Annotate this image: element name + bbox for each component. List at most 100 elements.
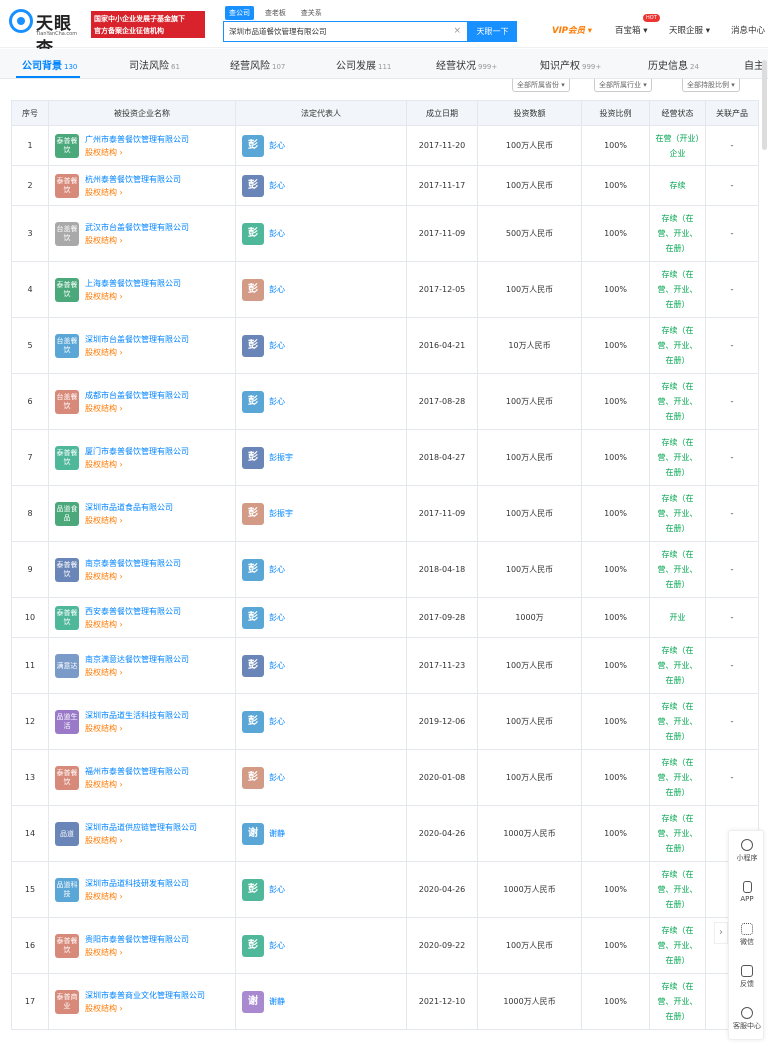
avatar[interactable]: 彭	[242, 175, 264, 197]
avatar[interactable]: 彭	[242, 335, 264, 357]
tab-development[interactable]: 公司发展 111	[336, 57, 391, 72]
company-name-link[interactable]: 深圳市品道食品有限公司	[85, 502, 173, 513]
company-name-link[interactable]: 西安泰普餐饮管理有限公司	[85, 606, 181, 617]
company-logo[interactable]: 泰普餐饮	[55, 934, 79, 958]
company-logo[interactable]: 满意达	[55, 654, 79, 678]
search-tab-boss[interactable]: 查老板	[261, 6, 290, 20]
company-name-link[interactable]: 杭州泰普餐饮管理有限公司	[85, 174, 181, 185]
avatar[interactable]: 彭	[242, 711, 264, 733]
company-logo[interactable]: 泰普餐饮	[55, 446, 79, 470]
company-name-link[interactable]: 深圳市品道科技研发有限公司	[85, 878, 189, 889]
legal-rep-link[interactable]: 彭心	[269, 884, 285, 895]
side-customer-service[interactable]: 客服中心	[729, 1007, 765, 1031]
col-header[interactable]: 序号	[11, 100, 49, 126]
avatar[interactable]: 彭	[242, 279, 264, 301]
company-logo[interactable]: 品道	[55, 822, 79, 846]
col-header[interactable]: 被投资企业名称	[48, 100, 236, 126]
equity-structure-link[interactable]: 股权结构 ›	[85, 667, 123, 678]
avatar[interactable]: 谢	[242, 823, 264, 845]
enterprise-menu[interactable]: 天眼企服 ▾	[669, 24, 710, 36]
ratio-filter[interactable]: 全部持股比例 ▾	[682, 79, 740, 92]
search-button[interactable]: 天眼一下	[468, 21, 517, 42]
legal-rep-link[interactable]: 彭心	[269, 660, 285, 671]
legal-rep-link[interactable]: 彭心	[269, 716, 285, 727]
legal-rep-link[interactable]: 彭心	[269, 612, 285, 623]
equity-structure-link[interactable]: 股权结构 ›	[85, 835, 123, 846]
province-filter[interactable]: 全部所属省份 ▾	[512, 79, 570, 92]
company-logo[interactable]: 泰普餐饮	[55, 606, 79, 630]
avatar[interactable]: 彭	[242, 135, 264, 157]
baibao-menu[interactable]: 百宝箱 ▾	[615, 24, 648, 36]
avatar[interactable]: 彭	[242, 767, 264, 789]
company-logo[interactable]: 品道食品	[55, 502, 79, 526]
equity-structure-link[interactable]: 股权结构 ›	[85, 515, 123, 526]
legal-rep-link[interactable]: 彭心	[269, 396, 285, 407]
tab-company-background[interactable]: 公司背景 130	[22, 57, 77, 72]
side-mini-program[interactable]: 小程序	[729, 839, 765, 863]
tab-business-status[interactable]: 经营状况 999+	[436, 57, 497, 72]
company-logo[interactable]: 品道科技	[55, 878, 79, 902]
col-header[interactable]: 法定代表人	[235, 100, 407, 126]
equity-structure-link[interactable]: 股权结构 ›	[85, 291, 123, 302]
company-logo[interactable]: 台盖餐饮	[55, 222, 79, 246]
equity-structure-link[interactable]: 股权结构 ›	[85, 403, 123, 414]
company-name-link[interactable]: 厦门市泰普餐饮管理有限公司	[85, 446, 189, 457]
company-logo[interactable]: 泰普餐饮	[55, 558, 79, 582]
official-banner[interactable]: 国家中小企业发展子基金旗下 官方备案企业征信机构	[91, 11, 205, 38]
avatar[interactable]: 彭	[242, 447, 264, 469]
company-name-link[interactable]: 福州市泰普餐饮管理有限公司	[85, 766, 189, 777]
search-tab-relation[interactable]: 查关系	[297, 6, 326, 20]
company-name-link[interactable]: 广州市泰普餐饮管理有限公司	[85, 134, 189, 145]
side-wechat[interactable]: 微信	[729, 923, 765, 947]
equity-structure-link[interactable]: 股权结构 ›	[85, 347, 123, 358]
tab-intellectual-property[interactable]: 知识产权 999+	[540, 57, 601, 72]
legal-rep-link[interactable]: 谢静	[269, 828, 285, 839]
company-logo[interactable]: 泰普餐饮	[55, 174, 79, 198]
legal-rep-link[interactable]: 彭心	[269, 180, 285, 191]
vip-link[interactable]: VIP会员 ▾	[552, 24, 592, 36]
legal-rep-link[interactable]: 彭心	[269, 284, 285, 295]
equity-structure-link[interactable]: 股权结构 ›	[85, 947, 123, 958]
company-logo[interactable]: 泰普餐饮	[55, 766, 79, 790]
company-name-link[interactable]: 深圳市台盖餐饮管理有限公司	[85, 334, 189, 345]
company-logo[interactable]: 泰普餐饮	[55, 134, 79, 158]
equity-structure-link[interactable]: 股权结构 ›	[85, 459, 123, 470]
avatar[interactable]: 彭	[242, 607, 264, 629]
col-header[interactable]: 关联产品	[705, 100, 759, 126]
scrollbar[interactable]	[762, 60, 767, 150]
clear-icon[interactable]: ×	[453, 26, 461, 36]
legal-rep-link[interactable]: 彭心	[269, 772, 285, 783]
industry-filter[interactable]: 全部所属行业 ▾	[594, 79, 652, 92]
avatar[interactable]: 彭	[242, 223, 264, 245]
tab-history[interactable]: 历史信息 24	[648, 57, 699, 72]
avatar[interactable]: 谢	[242, 991, 264, 1013]
search-tab-company[interactable]: 查公司	[225, 6, 254, 20]
avatar[interactable]: 彭	[242, 935, 264, 957]
company-logo[interactable]: 泰普商业	[55, 990, 79, 1014]
company-name-link[interactable]: 深圳市品道供应链管理有限公司	[85, 822, 197, 833]
legal-rep-link[interactable]: 彭心	[269, 940, 285, 951]
company-logo[interactable]: 泰普餐饮	[55, 278, 79, 302]
side-panel-toggle[interactable]: ›	[714, 922, 728, 944]
company-name-link[interactable]: 贵阳市泰普餐饮管理有限公司	[85, 934, 189, 945]
legal-rep-link[interactable]: 彭心	[269, 140, 285, 151]
company-logo[interactable]: 台盖餐饮	[55, 390, 79, 414]
legal-rep-link[interactable]: 彭心	[269, 340, 285, 351]
col-header[interactable]: 投资数额	[477, 100, 582, 126]
avatar[interactable]: 彭	[242, 655, 264, 677]
tab-operating-risk[interactable]: 经营风险 107	[230, 57, 285, 72]
tab-legal-risk[interactable]: 司法风险 61	[129, 57, 180, 72]
company-name-link[interactable]: 南京泰普餐饮管理有限公司	[85, 558, 181, 569]
equity-structure-link[interactable]: 股权结构 ›	[85, 147, 123, 158]
company-name-link[interactable]: 上海泰普餐饮管理有限公司	[85, 278, 181, 289]
company-name-link[interactable]: 深圳市泰普商业文化管理有限公司	[85, 990, 205, 1001]
col-header[interactable]: 成立日期	[406, 100, 478, 126]
equity-structure-link[interactable]: 股权结构 ›	[85, 723, 123, 734]
legal-rep-link[interactable]: 彭心	[269, 228, 285, 239]
avatar[interactable]: 彭	[242, 559, 264, 581]
equity-structure-link[interactable]: 股权结构 ›	[85, 619, 123, 630]
col-header[interactable]: 投资比例	[581, 100, 650, 126]
company-name-link[interactable]: 南京满意达餐饮管理有限公司	[85, 654, 189, 665]
equity-structure-link[interactable]: 股权结构 ›	[85, 891, 123, 902]
legal-rep-link[interactable]: 彭心	[269, 564, 285, 575]
